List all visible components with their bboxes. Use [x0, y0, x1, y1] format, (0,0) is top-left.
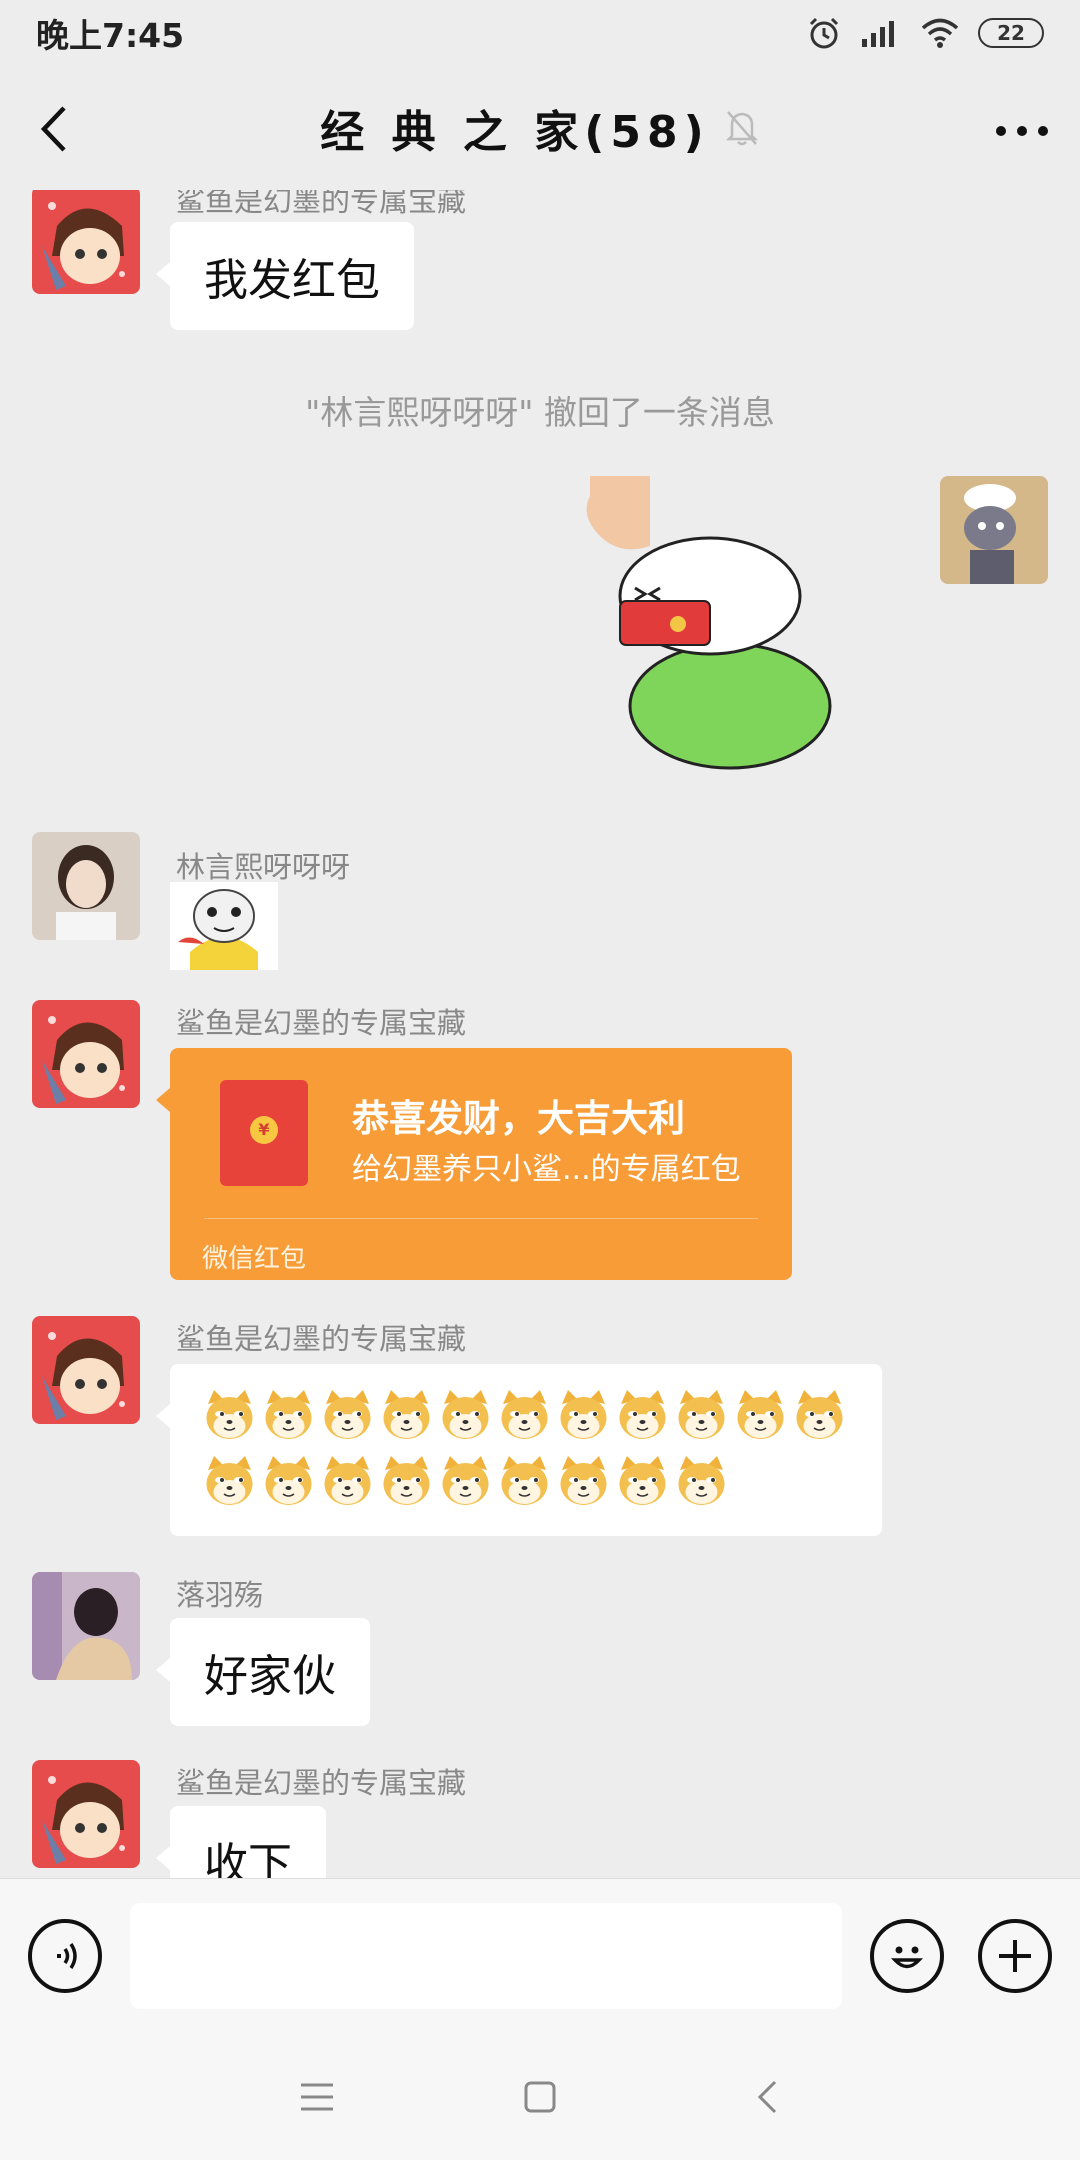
doge-emoji-icon [438, 1388, 493, 1443]
doge-emoji-icon [261, 1454, 316, 1509]
home-square-icon [524, 2081, 556, 2113]
avatar-photo-person [32, 1572, 140, 1680]
message-text: 我发红包 [204, 255, 380, 306]
sender-name: 鲨鱼是幻墨的专属宝藏 [176, 1322, 467, 1356]
nav-home-button[interactable] [505, 2062, 575, 2132]
status-icons: 22 [806, 15, 1044, 51]
message-bubble[interactable]: 好家伙 [156, 1618, 370, 1726]
chat-area[interactable]: 鲨鱼是幻墨的专属宝藏 我发红包 "林言熙呀呀呀" 撤回了一条消息 林言熙呀呀呀 … [0, 190, 1080, 1878]
coin-icon: ¥ [250, 1116, 278, 1144]
sender-name: 林言熙呀呀呀 [176, 850, 351, 884]
doge-emoji-icon [202, 1388, 257, 1443]
nav-back-button[interactable] [732, 2062, 802, 2132]
page-title: 经 典 之 家(58) [320, 107, 710, 158]
message-text: 好家伙 [204, 1651, 336, 1702]
avatar-photo-girl [32, 832, 140, 940]
doge-emoji-icon [556, 1454, 611, 1509]
avatar-anime-boy [32, 1760, 140, 1868]
alarm-icon [809, 17, 839, 49]
avatar[interactable] [32, 1760, 140, 1868]
sticker-frog-redpacket[interactable] [580, 476, 860, 776]
red-packet-label: 微信红包 [202, 1244, 307, 1274]
message-bubble[interactable]: 收下 [156, 1806, 326, 1878]
doge-emoji-icon [379, 1388, 434, 1443]
message-item-outgoing [0, 476, 1080, 776]
chevron-left-icon [40, 106, 66, 152]
battery-indicator: 22 [978, 18, 1044, 48]
doge-emoji-icon [320, 1454, 375, 1509]
message-text: 收下 [204, 1839, 292, 1878]
smiley-icon [891, 1946, 923, 1969]
emoji-row-1 [202, 1388, 847, 1443]
doge-emoji-icon [733, 1388, 788, 1443]
avatar-anime-boy [32, 190, 140, 294]
doge-emoji-icon [792, 1388, 847, 1443]
red-packet-subtitle: 给幻墨养只小鲨...的专属红包 [352, 1152, 741, 1187]
red-packet-card[interactable]: ¥ 恭喜发财，大吉大利 给幻墨养只小鲨...的专属红包 微信红包 [156, 1048, 792, 1280]
doge-emoji-icon [202, 1454, 257, 1509]
doge-emoji-icon [556, 1388, 611, 1443]
message-item: 鲨鱼是幻墨的专属宝藏 我发红包 [0, 190, 1080, 348]
message-item: 鲨鱼是幻墨的专属宝藏 ¥ 恭喜发财，大吉大利 给幻墨养只小鲨...的专属红包 微… [0, 1000, 1080, 1296]
sender-name: 落羽殇 [176, 1578, 264, 1612]
avatar-cat-chef [940, 476, 1048, 584]
nav-menu-button[interactable] [282, 2062, 352, 2132]
doge-emoji-icon [674, 1454, 729, 1509]
sender-name: 鲨鱼是幻墨的专属宝藏 [176, 190, 467, 218]
menu-icon [301, 2083, 333, 2111]
doge-emoji-icon [497, 1388, 552, 1443]
more-options-button[interactable] [992, 106, 1052, 156]
bell-off-icon [725, 111, 758, 146]
doge-emoji-icon [674, 1388, 729, 1443]
sender-name: 鲨鱼是幻墨的专属宝藏 [176, 1006, 467, 1040]
sender-name: 鲨鱼是幻墨的专属宝藏 [176, 1766, 467, 1800]
avatar-anime-boy [32, 1316, 140, 1424]
input-bar [0, 1878, 1080, 2032]
red-packet-title: 恭喜发财，大吉大利 [352, 1097, 685, 1140]
emoji-button[interactable] [870, 1919, 944, 1993]
voice-icon [57, 1943, 77, 1969]
more-functions-button[interactable] [978, 1919, 1052, 1993]
more-horizontal-icon [996, 126, 1048, 136]
emoji-row-2 [202, 1454, 729, 1509]
signal-icon [862, 21, 894, 47]
chat-header: 经 典 之 家(58) [0, 66, 1080, 190]
avatar[interactable] [32, 832, 140, 940]
wifi-icon [921, 18, 959, 48]
doge-emoji-icon [261, 1388, 316, 1443]
status-bar: 晚上7:45 22 [0, 0, 1080, 66]
emoji-message-bubble[interactable] [156, 1364, 882, 1536]
system-nav-bar [0, 2032, 1080, 2160]
message-item: 鲨鱼是幻墨的专属宝藏 [0, 1316, 1080, 1552]
message-item: 落羽殇 好家伙 [0, 1572, 1080, 1742]
message-item: 林言熙呀呀呀 [0, 832, 1080, 972]
recall-notice: "林言熙呀呀呀" 撤回了一条消息 [305, 393, 775, 432]
voice-button[interactable] [28, 1919, 102, 1993]
back-button[interactable] [26, 102, 80, 156]
message-item: 鲨鱼是幻墨的专属宝藏 收下 [0, 1760, 1080, 1878]
red-envelope-icon: ¥ [220, 1080, 308, 1186]
message-bubble[interactable]: 我发红包 [156, 222, 414, 330]
doge-emoji-icon [615, 1454, 670, 1509]
doge-emoji-icon [438, 1454, 493, 1509]
plus-icon [999, 1940, 1031, 1972]
doge-emoji-icon [320, 1388, 375, 1443]
avatar[interactable] [32, 1572, 140, 1680]
avatar[interactable] [32, 1000, 140, 1108]
avatar-anime-boy [32, 1000, 140, 1108]
divider [204, 1218, 758, 1219]
title-wrap: 经 典 之 家(58) [320, 96, 759, 160]
avatar-self[interactable] [940, 476, 1048, 584]
back-icon [757, 2080, 777, 2114]
message-input[interactable] [130, 1903, 842, 2009]
sticker-panda-meme[interactable] [170, 882, 278, 970]
doge-emoji-icon [615, 1388, 670, 1443]
doge-emoji-icon [497, 1454, 552, 1509]
doge-emoji-icon [379, 1454, 434, 1509]
avatar[interactable] [32, 1316, 140, 1424]
status-time: 晚上7:45 [36, 16, 185, 55]
avatar[interactable] [32, 190, 140, 294]
